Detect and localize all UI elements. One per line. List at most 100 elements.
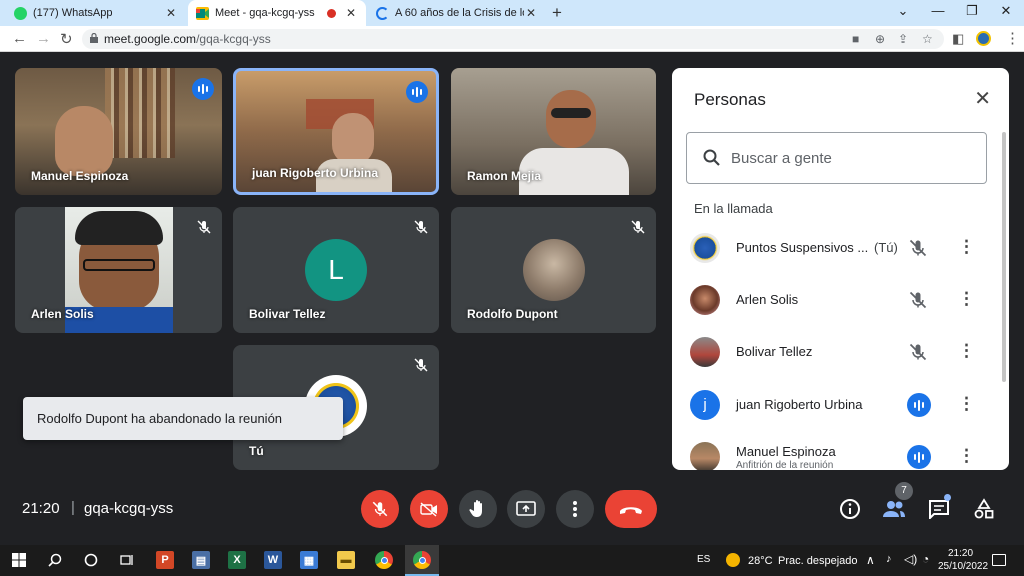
loading-icon [376, 6, 389, 20]
camera-off-icon [420, 502, 437, 517]
activities-button[interactable] [971, 496, 997, 522]
new-tab-button[interactable]: + [552, 3, 562, 23]
excel-icon[interactable]: X [228, 551, 246, 569]
weather-temp[interactable]: 28°C [748, 555, 773, 567]
task-view-icon[interactable] [118, 551, 136, 569]
raise-hand-button[interactable] [459, 490, 497, 528]
calculator-icon[interactable]: ▦ [300, 551, 318, 569]
participant-row[interactable]: Arlen Solis ⋮ [672, 275, 1002, 325]
forward-icon[interactable]: → [36, 30, 51, 47]
language-indicator[interactable]: ES [697, 554, 710, 565]
back-icon[interactable]: ← [12, 30, 27, 47]
windows-start-icon[interactable] [10, 551, 28, 569]
video-tile[interactable]: Rodolfo Dupont [451, 207, 656, 333]
powerpoint-icon[interactable]: P [156, 551, 174, 569]
tab-meet[interactable]: Meet - gqa-kcgq-yss ✕ [188, 0, 366, 26]
wifi-icon[interactable]: ◔ [922, 552, 929, 566]
tile-name: Manuel Espinoza [31, 169, 129, 183]
sidebar-icon[interactable]: ◧ [952, 31, 964, 47]
participant-row[interactable]: Bolivar Tellez ⋮ [672, 327, 1002, 377]
section-label: En la llamada [694, 201, 773, 216]
hand-icon [469, 500, 482, 517]
volume-icon[interactable]: ◁) [904, 552, 917, 566]
participant-row[interactable]: j juan Rigoberto Urbina ⋮ [672, 380, 1002, 430]
close-panel-icon[interactable]: ✕ [974, 86, 991, 111]
url-path: /gqa-kcgq-yss [196, 32, 271, 46]
restore-icon[interactable]: ❐ [962, 3, 982, 19]
address-bar[interactable]: meet.google.com/gqa-kcgq-yss ■ ⊕ ⇪ ☆ [82, 29, 944, 49]
speaking-indicator-icon [907, 393, 931, 417]
leave-notification-toast: Rodolfo Dupont ha abandonado la reunión [23, 397, 343, 440]
file-explorer-icon[interactable]: ▬ [337, 551, 355, 569]
taskbar-time[interactable]: 21:20 [948, 548, 973, 559]
tab-search-icon[interactable]: ⌄ [893, 3, 913, 19]
participant-name: Bolivar Tellez [736, 344, 813, 359]
search-box[interactable] [686, 132, 987, 184]
chrome-active-icon[interactable] [413, 551, 431, 569]
panel-scrollbar[interactable] [1002, 132, 1006, 382]
chat-icon [929, 500, 949, 519]
taskbar-date[interactable]: 25/10/2022 [938, 561, 988, 572]
tile-name: Arlen Solis [31, 307, 94, 321]
tile-name: Rodolfo Dupont [467, 307, 558, 321]
speaking-indicator-icon [907, 445, 931, 469]
url-host: meet.google.com [104, 32, 197, 46]
network-app-icon[interactable]: ▤ [192, 551, 210, 569]
tile-name: Tú [249, 444, 264, 458]
video-tile-active[interactable]: juan Rigoberto Urbina [233, 68, 439, 195]
more-options-icon[interactable]: ⋮ [958, 393, 975, 415]
video-tile[interactable]: L Bolivar Tellez [233, 207, 439, 333]
participant-row[interactable]: Manuel Espinoza Anfitrión de la reunión … [672, 432, 1002, 470]
word-icon[interactable]: W [264, 551, 282, 569]
meeting-code: gqa-kcgq-yss [84, 500, 174, 517]
bookmark-star-icon[interactable]: ☆ [922, 32, 933, 46]
minimize-icon[interactable]: — [928, 3, 948, 18]
close-icon[interactable]: ✕ [164, 6, 178, 20]
meeting-details-button[interactable] [837, 496, 863, 522]
more-options-icon[interactable]: ⋮ [958, 236, 975, 258]
more-options-icon[interactable]: ⋮ [958, 340, 975, 362]
mic-off-icon [372, 501, 388, 517]
toast-text: Rodolfo Dupont ha abandonado la reunión [37, 411, 283, 426]
camera-icon[interactable]: ■ [852, 32, 859, 46]
zoom-icon[interactable]: ⊕ [875, 32, 885, 46]
window-close-icon[interactable]: ✕ [996, 3, 1016, 19]
tab-article[interactable]: A 60 años de la Crisis de los Misi ✕ [368, 0, 546, 26]
people-panel: Personas ✕ En la llamada Puntos Suspensi… [672, 68, 1009, 470]
avatar: L [305, 239, 367, 301]
mic-off-icon [909, 291, 927, 309]
video-tile[interactable]: Arlen Solis [15, 207, 222, 333]
people-count-badge: 7 [895, 482, 913, 500]
menu-icon[interactable]: ⋮ [1005, 29, 1020, 47]
sunglasses [551, 108, 591, 118]
more-options-button[interactable] [556, 490, 594, 528]
notification-center-icon[interactable] [992, 554, 1006, 566]
more-options-icon[interactable]: ⋮ [958, 288, 975, 310]
search-icon[interactable] [46, 551, 64, 569]
lock-icon [90, 33, 98, 43]
close-icon[interactable]: ✕ [344, 6, 358, 20]
weather-text[interactable]: Prac. despejado [778, 555, 858, 567]
share-icon[interactable]: ⇪ [898, 32, 908, 46]
camera-toggle-button[interactable] [410, 490, 448, 528]
leave-call-button[interactable] [605, 490, 657, 528]
close-icon[interactable]: ✕ [524, 6, 538, 20]
more-options-icon[interactable]: ⋮ [958, 445, 975, 467]
mic-toggle-button[interactable] [361, 490, 399, 528]
profile-avatar[interactable] [976, 31, 991, 46]
present-screen-button[interactable] [507, 490, 545, 528]
video-tile[interactable]: Manuel Espinoza [15, 68, 222, 195]
chrome-icon[interactable] [375, 551, 393, 569]
hangup-icon [620, 507, 642, 514]
tab-whatsapp[interactable]: (177) WhatsApp ✕ [6, 0, 186, 26]
reload-icon[interactable]: ↻ [60, 30, 73, 48]
mic-tray-icon[interactable]: ♪ [886, 553, 892, 565]
cortana-icon[interactable] [82, 551, 100, 569]
chat-notification-dot [944, 494, 951, 501]
video-tile[interactable]: Ramon Mejia [451, 68, 656, 195]
search-input[interactable] [731, 147, 971, 169]
avatar [690, 442, 720, 470]
participant-row[interactable]: Puntos Suspensivos ... (Tú) ⋮ [672, 223, 1002, 273]
chevron-up-icon[interactable]: ∧ [866, 553, 875, 567]
participant-video [332, 113, 374, 165]
